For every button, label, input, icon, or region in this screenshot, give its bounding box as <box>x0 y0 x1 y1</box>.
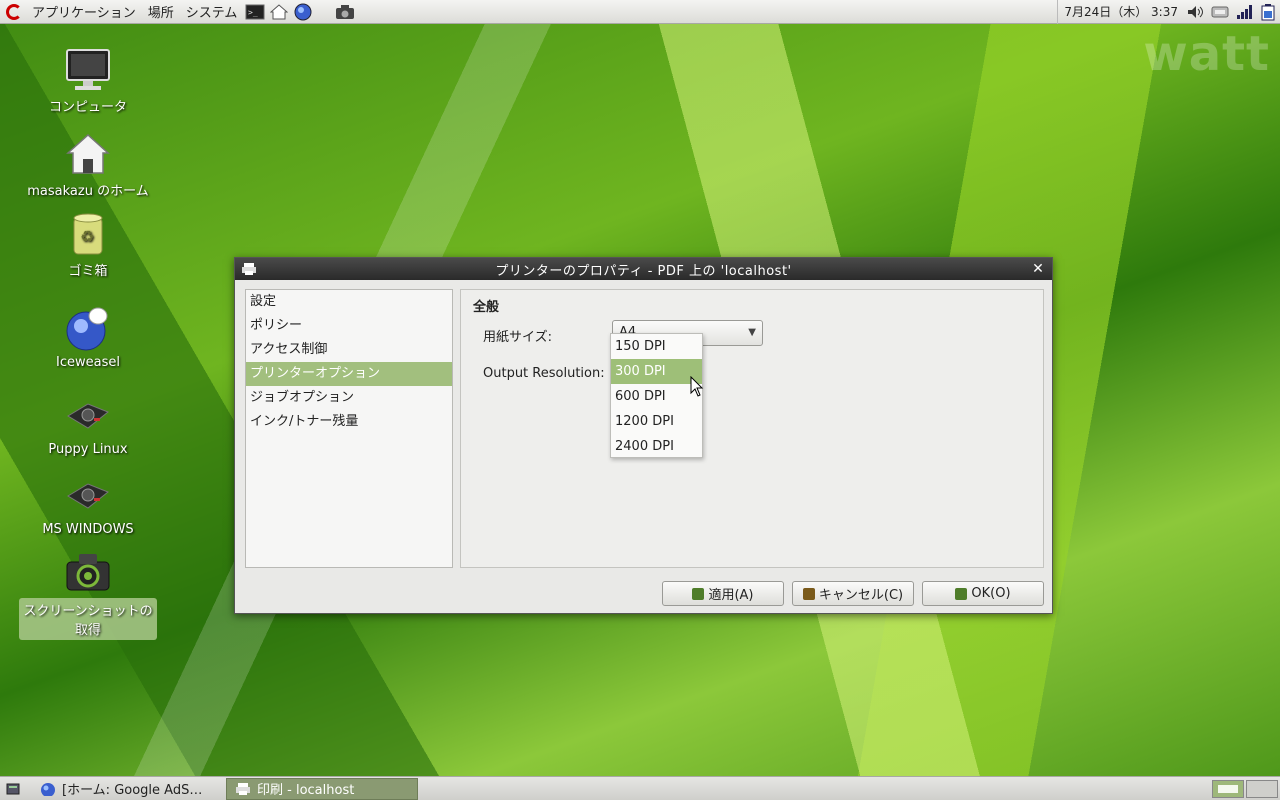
dialog-titlebar[interactable]: プリンターのプロパティ - PDF 上の 'localhost' ✕ <box>235 258 1052 280</box>
desktop-icon-trash[interactable]: ♻ ゴミ箱 <box>19 210 157 279</box>
section-title: 全般 <box>473 300 500 315</box>
workspace-2[interactable] <box>1246 779 1278 798</box>
resolution-option-2400[interactable]: 2400 DPI <box>611 434 702 459</box>
desktop-icon-label: masakazu のホーム <box>27 184 149 199</box>
cancel-icon <box>802 587 815 600</box>
printer-options-panel: 全般 用紙サイズ: A4 ▼ Output Resolution: <box>460 289 1044 568</box>
resolution-option-600[interactable]: 600 DPI <box>611 384 702 409</box>
taskbar-item-label: [ホーム: Google AdS… <box>62 783 203 798</box>
resolution-option-150[interactable]: 150 DPI <box>611 334 702 359</box>
desktop-icon-home[interactable]: masakazu のホーム <box>19 130 157 199</box>
show-desktop-icon[interactable] <box>0 778 28 800</box>
network-icon[interactable] <box>1210 3 1230 21</box>
sidebar-item-job-options[interactable]: ジョブオプション <box>246 386 452 410</box>
menu-applications[interactable]: アプリケーション <box>26 2 142 21</box>
workspace-1[interactable] <box>1212 779 1244 798</box>
dialog-title: プリンターのプロパティ - PDF 上の 'localhost' <box>495 263 792 279</box>
ok-button-label: OK(O) <box>971 586 1011 601</box>
ok-button[interactable]: OK(O) <box>922 581 1044 606</box>
browser-launcher-icon[interactable] <box>293 3 313 21</box>
top-panel: アプリケーション 場所 システム >_ 7月24日（木） 3:37 <box>0 0 1280 24</box>
bottom-panel: [ホーム: Google AdS… 印刷 - localhost <box>0 776 1280 800</box>
cancel-button-label: キャンセル(C) <box>818 588 904 603</box>
clock[interactable]: 7月24日（木） 3:37 <box>1057 0 1184 24</box>
trash-icon: ♻ <box>64 210 112 258</box>
battery-icon[interactable] <box>1258 3 1278 21</box>
taskbar-item-browser[interactable]: [ホーム: Google AdS… <box>32 778 222 800</box>
apply-button-label: 適用(A) <box>708 588 754 603</box>
volume-icon[interactable] <box>1186 3 1206 21</box>
apply-icon <box>692 587 705 600</box>
taskbar-item-print[interactable]: 印刷 - localhost <box>226 777 418 800</box>
mouse-cursor-icon <box>690 376 704 397</box>
resolution-option-1200[interactable]: 1200 DPI <box>611 409 702 434</box>
close-icon[interactable]: ✕ <box>1030 261 1046 277</box>
desktop-icon-label: MS WINDOWS <box>42 522 134 537</box>
iceweasel-icon <box>41 782 55 796</box>
debian-logo-icon[interactable] <box>6 3 22 20</box>
printer-icon <box>242 263 256 275</box>
chevron-down-icon: ▼ <box>748 327 756 338</box>
camera-icon <box>64 548 112 596</box>
desktop-icon-computer[interactable]: コンピュータ <box>19 46 157 115</box>
home-icon <box>64 130 112 178</box>
desktop-icon-label: ゴミ箱 <box>68 264 108 279</box>
terminal-launcher-icon[interactable]: >_ <box>245 3 265 21</box>
menu-system[interactable]: システム <box>180 2 244 21</box>
apply-button[interactable]: 適用(A) <box>662 581 784 606</box>
menu-places[interactable]: 場所 <box>142 2 180 21</box>
desktop-icon-label: Iceweasel <box>56 355 120 370</box>
resolution-label: Output Resolution: <box>483 366 605 381</box>
sidebar-item-printer-options[interactable]: プリンターオプション <box>246 362 452 386</box>
sidebar-item-policy[interactable]: ポリシー <box>246 314 452 338</box>
desktop-icon-puppy-linux[interactable]: Puppy Linux <box>19 392 157 457</box>
svg-text:♻: ♻ <box>80 227 94 246</box>
paper-size-label: 用紙サイズ: <box>483 330 552 345</box>
monitor-icon <box>64 46 112 94</box>
printer-icon <box>236 782 250 795</box>
settings-category-list: 設定 ポリシー アクセス制御 プリンターオプション ジョブオプション インク/ト… <box>245 289 453 568</box>
watermark-logo: watt <box>1143 26 1270 82</box>
desktop-icon-label: Puppy Linux <box>48 442 128 457</box>
drive-icon <box>64 472 112 520</box>
taskbar-item-label: 印刷 - localhost <box>257 783 355 798</box>
iceweasel-icon <box>64 305 112 353</box>
workspace-switcher <box>1210 779 1278 798</box>
desktop-icon-label: コンピュータ <box>48 100 127 115</box>
desktop-icon-iceweasel[interactable]: Iceweasel <box>19 305 157 370</box>
svg-text:>_: >_ <box>248 8 258 17</box>
resolution-option-300[interactable]: 300 DPI <box>611 359 702 384</box>
cancel-button[interactable]: キャンセル(C) <box>792 581 914 606</box>
screenshot-launcher-icon[interactable] <box>335 3 355 21</box>
desktop-icon-screenshot[interactable]: スクリーンショットの取得 <box>19 548 157 640</box>
desktop-icon-label: スクリーンショットの取得 <box>19 598 157 640</box>
home-launcher-icon[interactable] <box>269 3 289 21</box>
drive-icon <box>64 392 112 440</box>
desktop-icon-ms-windows[interactable]: MS WINDOWS <box>19 472 157 537</box>
signal-strength-icon[interactable] <box>1234 3 1254 21</box>
sidebar-item-ink-toner[interactable]: インク/トナー残量 <box>246 410 452 434</box>
sidebar-item-access-control[interactable]: アクセス制御 <box>246 338 452 362</box>
ok-icon <box>955 587 968 600</box>
sidebar-item-settings[interactable]: 設定 <box>246 290 452 314</box>
